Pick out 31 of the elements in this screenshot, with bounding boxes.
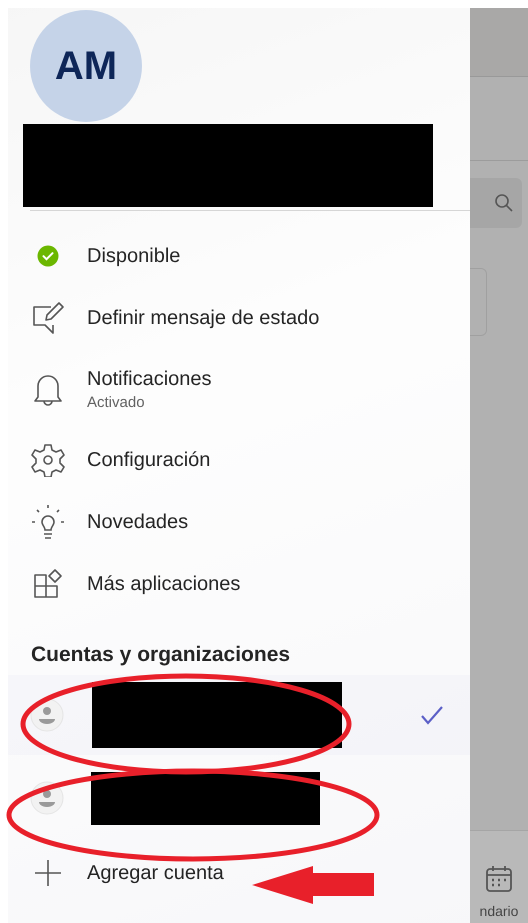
- menu-label: Agregar cuenta: [87, 862, 224, 884]
- apps-icon: [32, 568, 64, 600]
- menu-item[interactable]: Más aplicaciones: [8, 553, 470, 615]
- menu-item[interactable]: Definir mensaje de estado: [8, 287, 470, 349]
- edit-message-icon: [30, 301, 64, 335]
- menu-label: Definir mensaje de estado: [87, 306, 320, 330]
- menu-label: Disponible: [87, 244, 180, 268]
- add-account-item[interactable]: Agregar cuenta: [8, 845, 470, 901]
- menu-sublabel: Activado: [87, 394, 146, 410]
- lightbulb-icon: [30, 504, 64, 540]
- available-status-icon: [36, 245, 58, 267]
- menu-label: Configuración: [87, 448, 210, 472]
- background-card: [470, 268, 487, 336]
- menu-item[interactable]: Disponible: [8, 225, 470, 287]
- menu-item[interactable]: Novedades: [8, 491, 470, 553]
- plus-icon: [34, 859, 62, 887]
- search-icon: [494, 193, 514, 213]
- checkmark-icon: [420, 705, 444, 725]
- menu-label: Novedades: [87, 510, 188, 534]
- tab-label[interactable]: ndario: [480, 903, 518, 919]
- menu-label: Notificaciones: [87, 368, 212, 390]
- person-avatar-icon: [30, 781, 64, 815]
- profile-avatar[interactable]: AM: [30, 10, 142, 122]
- calendar-icon: [486, 865, 512, 893]
- menu-label: Más aplicaciones: [87, 572, 240, 596]
- person-avatar-icon: [30, 698, 64, 732]
- account-item[interactable]: [8, 675, 470, 755]
- section-heading: Cuentas y organizaciones: [31, 643, 292, 667]
- menu-item[interactable]: Configuración: [8, 429, 470, 491]
- menu-item[interactable]: Notificaciones Activado: [8, 349, 470, 429]
- settings-icon: [30, 443, 64, 477]
